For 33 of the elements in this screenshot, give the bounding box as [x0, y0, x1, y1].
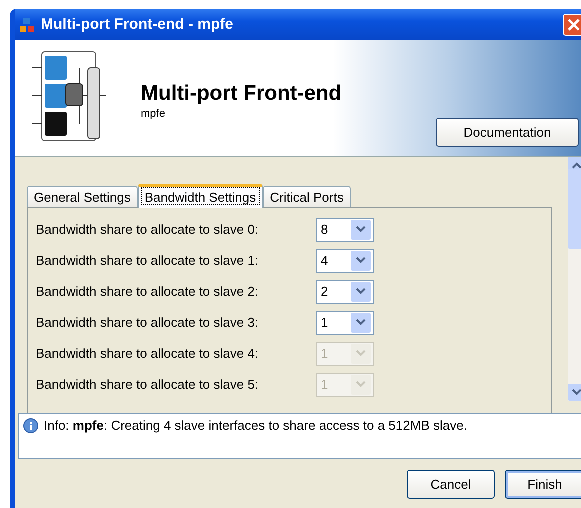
- close-button[interactable]: [563, 14, 581, 36]
- component-subtitle: mpfe: [141, 108, 166, 120]
- setting-label: Bandwidth share to allocate to slave 0:: [36, 222, 260, 237]
- info-icon: [23, 418, 39, 434]
- dropdown[interactable]: 4: [316, 248, 374, 272]
- close-icon: [567, 18, 581, 32]
- tab[interactable]: Bandwidth Settings: [138, 184, 264, 208]
- setting-label: Bandwidth share to allocate to slave 1:: [36, 253, 260, 268]
- chevron-up-icon[interactable]: [572, 162, 581, 169]
- chevron-down-icon: [356, 288, 366, 295]
- window-title: Multi-port Front-end - mpfe: [41, 16, 234, 33]
- scrollbar[interactable]: [568, 157, 581, 401]
- chevron-down-icon: [356, 350, 366, 357]
- app-icon: [19, 16, 35, 32]
- setting-label: Bandwidth share to allocate to slave 3:: [36, 315, 260, 330]
- dialog-button[interactable]: Cancel: [407, 470, 495, 499]
- dropdown[interactable]: 1: [316, 310, 374, 334]
- info-message: Info: mpfe: Creating 4 slave interfaces to share access to a 512MB slave.: [44, 418, 468, 433]
- setting-label: Bandwidth share to allocate to slave 4:: [36, 346, 260, 361]
- setting-label: Bandwidth share to allocate to slave 5:: [36, 377, 260, 392]
- chevron-down-icon: [356, 226, 366, 233]
- chevron-down-icon: [356, 257, 366, 264]
- dropdown[interactable]: 8: [316, 218, 374, 242]
- chevron-down-icon[interactable]: [572, 389, 581, 396]
- documentation-button[interactable]: Documentation: [436, 118, 579, 147]
- chevron-down-icon: [356, 319, 366, 326]
- dropdown[interactable]: 2: [316, 280, 374, 304]
- tab[interactable]: General Settings: [27, 186, 138, 207]
- tab[interactable]: Critical Ports: [263, 186, 351, 207]
- component-title: Multi-port Front-end: [141, 82, 342, 106]
- chevron-down-icon: [356, 381, 366, 388]
- setting-label: Bandwidth share to allocate to slave 2:: [36, 284, 260, 299]
- dialog-button[interactable]: Finish: [505, 470, 581, 499]
